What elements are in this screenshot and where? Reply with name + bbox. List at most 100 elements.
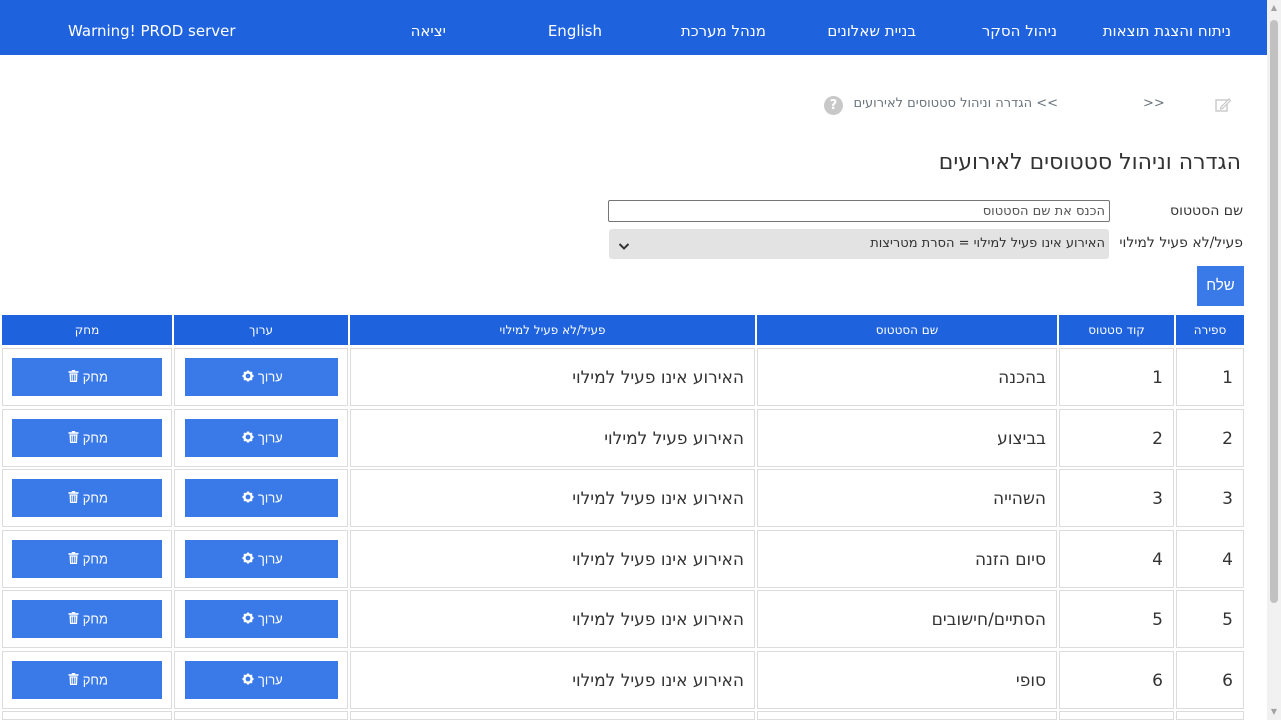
delete-button[interactable]: מחק bbox=[12, 419, 162, 457]
cell-active-text: האירוע אינו פעיל למילוי bbox=[572, 489, 744, 509]
scrollbar-thumb[interactable] bbox=[1270, 20, 1278, 603]
cell-num-text: 3 bbox=[1222, 489, 1233, 509]
gear-icon bbox=[242, 662, 254, 700]
edit-page-icon[interactable] bbox=[1214, 96, 1232, 114]
delete-button[interactable]: מחק bbox=[12, 358, 162, 396]
cell-status-name: השהייה bbox=[757, 469, 1057, 527]
cell-status-name-text: סיום הזנה bbox=[974, 550, 1046, 570]
cell-edit bbox=[174, 711, 348, 720]
delete-button[interactable]: מחק bbox=[12, 479, 162, 517]
send-button[interactable]: שלח bbox=[1197, 266, 1244, 306]
gear-icon bbox=[242, 601, 254, 639]
chevron-down-icon bbox=[618, 237, 630, 250]
cell-status-name-text: בביצוע bbox=[997, 429, 1046, 449]
cell-delete: מחק bbox=[2, 469, 172, 527]
edit-button-label: ערוך bbox=[257, 611, 283, 627]
edit-button[interactable]: ערוך bbox=[185, 661, 338, 699]
col-header-name: שם הסטטוס bbox=[757, 315, 1057, 345]
trash-icon bbox=[68, 662, 79, 700]
cell-edit: ערוך bbox=[174, 348, 348, 406]
cell-num-text: 6 bbox=[1222, 671, 1233, 691]
cell-num: 1 bbox=[1176, 348, 1244, 406]
col-header-delete: מחק bbox=[2, 315, 172, 345]
cell-code-text: 6 bbox=[1152, 671, 1163, 691]
trash-icon bbox=[68, 480, 79, 518]
delete-button[interactable]: מחק bbox=[12, 540, 162, 578]
nav-item-questionnaire-builder[interactable]: בניית שאלונים bbox=[827, 0, 916, 55]
nav-item-survey-management[interactable]: ניהול הסקר bbox=[982, 0, 1057, 55]
scroll-up-arrow-icon[interactable]: ▲ bbox=[1267, 0, 1281, 16]
cell-num-text: 2 bbox=[1222, 429, 1233, 449]
cell-status-name-text: בהכנה bbox=[998, 368, 1046, 388]
help-icon[interactable]: ? bbox=[824, 96, 843, 115]
edit-button-label: ערוך bbox=[257, 369, 283, 385]
cell-num: 4 bbox=[1176, 530, 1244, 588]
cell-status-name-text: סופי bbox=[1015, 671, 1046, 691]
cell-delete bbox=[2, 711, 172, 720]
cell-active-text: האירוע אינו פעיל למילוי bbox=[572, 368, 744, 388]
cell-active-text: האירוע אינו פעיל למילוי bbox=[572, 550, 744, 570]
trash-icon bbox=[68, 420, 79, 458]
edit-button-label: ערוך bbox=[257, 551, 283, 567]
active-select[interactable]: האירוע אינו פעיל למילוי = הסרת מטריצות bbox=[609, 229, 1109, 259]
trash-icon bbox=[68, 541, 79, 579]
nav-item-analysis[interactable]: ניתוח והצגת תוצאות bbox=[1103, 0, 1231, 55]
col-header-code: קוד סטטוס bbox=[1059, 315, 1174, 345]
cell-active: האירוע אינו פעיל למילוי bbox=[350, 469, 755, 527]
cell-edit: ערוך bbox=[174, 590, 348, 648]
cell-num: 3 bbox=[1176, 469, 1244, 527]
edit-button[interactable]: ערוך bbox=[185, 540, 338, 578]
cell-num-text: 1 bbox=[1222, 368, 1233, 388]
edit-button[interactable]: ערוך bbox=[185, 479, 338, 517]
cell-edit: ערוך bbox=[174, 530, 348, 588]
cell-delete: מחק bbox=[2, 651, 172, 709]
active-select-value: האירוע אינו פעיל למילוי = הסרת מטריצות bbox=[870, 236, 1105, 251]
cell-code: 6 bbox=[1059, 651, 1174, 709]
cell-edit: ערוך bbox=[174, 469, 348, 527]
edit-button-label: ערוך bbox=[257, 672, 283, 688]
page-scrollbar[interactable]: ▲ ▼ bbox=[1267, 0, 1281, 720]
cell-status-name-text: השהייה bbox=[993, 489, 1046, 509]
cell-active: האירוע אינו פעיל למילוי bbox=[350, 530, 755, 588]
cell-code-text: 1 bbox=[1152, 368, 1163, 388]
col-header-edit: ערוך bbox=[174, 315, 348, 345]
cell-edit: ערוך bbox=[174, 409, 348, 467]
cell-status-name: סופי bbox=[757, 651, 1057, 709]
delete-button-label: מחק bbox=[82, 611, 108, 627]
cell-delete: מחק bbox=[2, 409, 172, 467]
delete-button-label: מחק bbox=[82, 490, 108, 506]
status-name-input[interactable] bbox=[608, 200, 1110, 222]
breadcrumb-current: >> הגדרה וניהול סטטוסים לאירועים bbox=[853, 96, 1058, 111]
breadcrumb-separator[interactable]: >> bbox=[1143, 96, 1165, 111]
delete-button[interactable]: מחק bbox=[12, 661, 162, 699]
delete-button[interactable]: מחק bbox=[12, 600, 162, 638]
edit-button[interactable]: ערוך bbox=[185, 419, 338, 457]
scroll-down-arrow-icon[interactable]: ▼ bbox=[1267, 704, 1281, 720]
trash-icon bbox=[68, 601, 79, 639]
cell-status-name: סיום הזנה bbox=[757, 530, 1057, 588]
cell-code: 3 bbox=[1059, 469, 1174, 527]
edit-button[interactable]: ערוך bbox=[185, 358, 338, 396]
cell-num bbox=[1176, 711, 1244, 720]
cell-code: 2 bbox=[1059, 409, 1174, 467]
nav-item-system-admin[interactable]: מנהל מערכת bbox=[681, 0, 766, 55]
cell-num: 5 bbox=[1176, 590, 1244, 648]
cell-status-name: הסתיים/חישובים bbox=[757, 590, 1057, 648]
gear-icon bbox=[242, 359, 254, 397]
cell-code: 1 bbox=[1059, 348, 1174, 406]
cell-active: האירוע אינו פעיל למילוי bbox=[350, 348, 755, 406]
cell-num: 6 bbox=[1176, 651, 1244, 709]
gear-icon bbox=[242, 541, 254, 579]
cell-num-text: 4 bbox=[1222, 550, 1233, 570]
cell-code-text: 5 bbox=[1152, 610, 1163, 630]
edit-button[interactable]: ערוך bbox=[185, 600, 338, 638]
col-header-num: ספירה bbox=[1176, 315, 1244, 345]
trash-icon bbox=[68, 359, 79, 397]
nav-item-english[interactable]: English bbox=[548, 0, 602, 55]
nav-item-logout[interactable]: יציאה bbox=[411, 0, 446, 55]
cell-active bbox=[350, 711, 755, 720]
cell-active-text: האירוע אינו פעיל למילוי bbox=[572, 610, 744, 630]
edit-button-label: ערוך bbox=[257, 430, 283, 446]
prod-warning-label: Warning! PROD server bbox=[68, 22, 236, 40]
delete-button-label: מחק bbox=[82, 672, 108, 688]
